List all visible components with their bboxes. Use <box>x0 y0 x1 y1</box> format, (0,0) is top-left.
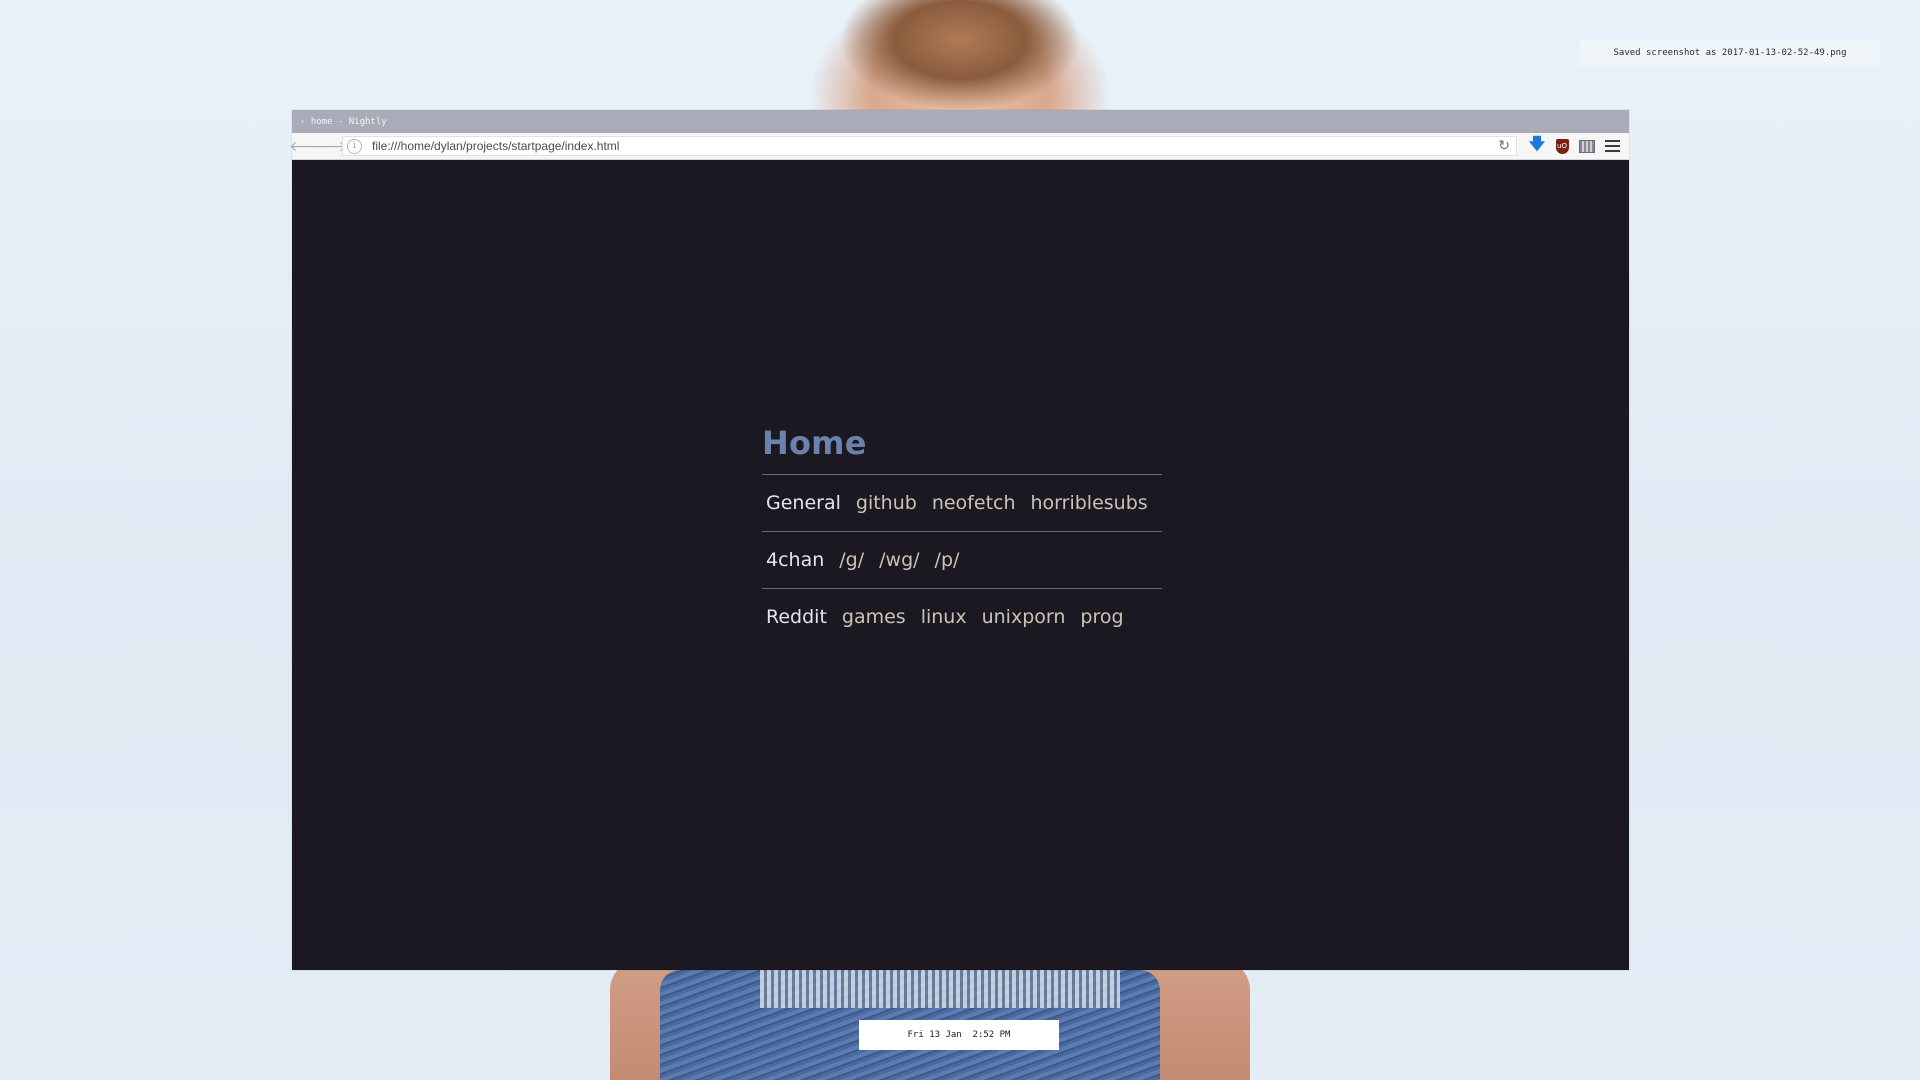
link-linux[interactable]: linux <box>921 606 967 628</box>
download-arrow-icon[interactable]: 🡇 <box>1526 134 1548 157</box>
screenshot-notification: Saved screenshot as 2017-01-13-02-52-49.… <box>1580 40 1880 66</box>
link-g[interactable]: /g/ <box>839 549 864 571</box>
link-github[interactable]: github <box>856 492 917 514</box>
title-chevron-icon: › <box>300 117 305 126</box>
forward-arrow-icon[interactable]: 🡒 <box>309 136 347 156</box>
clock-bar: Fri 13 Jan 2:52 PM <box>859 1020 1059 1050</box>
link-wg[interactable]: /wg/ <box>879 549 919 571</box>
browser-toolbar: 🡐 🡒 i file:///home/dylan/projects/startp… <box>289 133 1629 160</box>
reload-icon[interactable]: ↻ <box>1498 138 1510 154</box>
notification-text: Saved screenshot as 2017-01-13-02-52-49.… <box>1613 48 1847 58</box>
category-label: 4chan <box>766 549 825 571</box>
link-p[interactable]: /p/ <box>935 549 960 571</box>
section-general: General github neofetch horriblesubs <box>762 474 1162 531</box>
ublock-origin-icon[interactable]: uO <box>1551 135 1573 157</box>
startpage: Home General github neofetch horriblesub… <box>762 424 1162 645</box>
category-label: General <box>766 492 841 514</box>
window-title: home - Nightly <box>310 116 387 127</box>
url-text[interactable]: file:///home/dylan/projects/startpage/in… <box>372 139 1498 153</box>
link-neofetch[interactable]: neofetch <box>932 492 1016 514</box>
wallpaper-shirt-stripe <box>760 970 1120 1008</box>
window-titlebar: › home - Nightly <box>292 110 1629 133</box>
info-icon[interactable]: i <box>347 138 362 154</box>
section-4chan: 4chan /g/ /wg/ /p/ <box>762 531 1162 588</box>
category-label: Reddit <box>766 606 827 628</box>
clock-text: Fri 13 Jan 2:52 PM <box>907 1030 1011 1040</box>
section-reddit: Reddit games linux unixporn prog <box>762 588 1162 645</box>
link-prog[interactable]: prog <box>1080 606 1123 628</box>
browser-window: › home - Nightly 🡐 🡒 i file:///home/dyla… <box>289 110 1629 970</box>
link-horriblesubs[interactable]: horriblesubs <box>1031 492 1148 514</box>
hamburger-menu-icon[interactable] <box>1601 135 1623 157</box>
screenshot-icon[interactable] <box>1576 135 1598 157</box>
url-bar[interactable]: i file:///home/dylan/projects/startpage/… <box>342 136 1517 156</box>
page-content: Home General github neofetch horriblesub… <box>292 160 1629 970</box>
link-unixporn[interactable]: unixporn <box>982 606 1066 628</box>
page-title: Home <box>762 424 867 462</box>
link-games[interactable]: games <box>842 606 906 628</box>
